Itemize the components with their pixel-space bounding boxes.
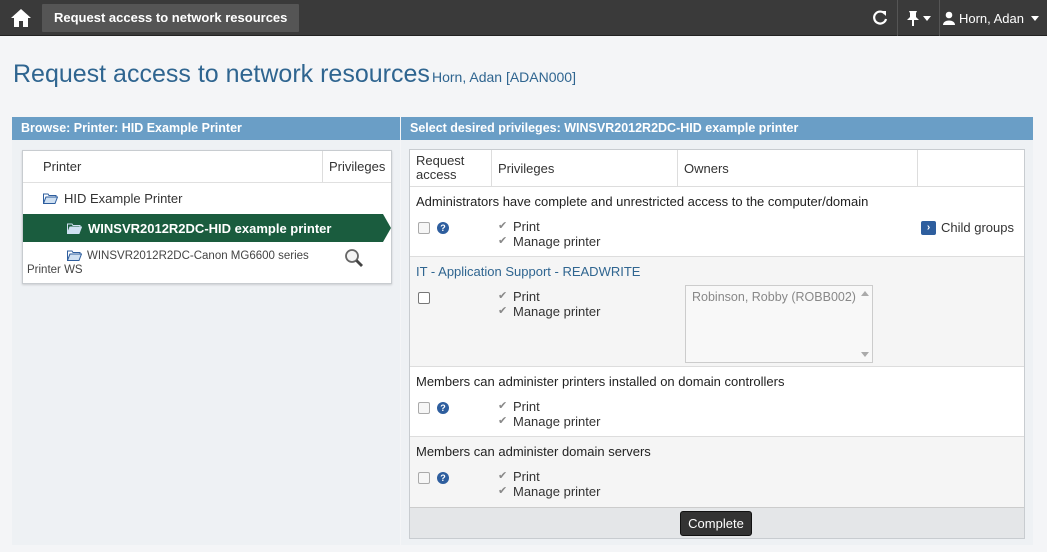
group-title: Members can administer printers installe…: [416, 374, 785, 389]
chevron-right-icon: ›: [921, 220, 936, 235]
tree-item-other[interactable]: WINSVR2012R2DC-Canon MG6600 series Print…: [27, 249, 317, 277]
chevron-down-icon: [1031, 15, 1039, 21]
check-icon: ✔: [498, 400, 508, 412]
privilege-label: Print: [513, 399, 540, 414]
privilege-label: Print: [513, 289, 540, 304]
col-request-access: Request access: [410, 150, 492, 186]
folder-open-icon: [67, 223, 82, 234]
group-row: Administrators have complete and unrestr…: [410, 187, 1024, 257]
tree-header: Printer Privileges: [23, 151, 391, 183]
col-privileges: Privileges: [322, 151, 391, 182]
privileges-panel-header: Select desired privileges: WINSVR2012R2D…: [401, 117, 1033, 140]
tree-item-selected[interactable]: WINSVR2012R2DC-HID example printer: [23, 214, 391, 242]
privileges-panel: Select desired privileges: WINSVR2012R2D…: [401, 117, 1033, 545]
privilege-label: Print: [513, 469, 540, 484]
privilege-label: Print: [513, 219, 540, 234]
page-title: Request access to network resources: [13, 60, 430, 88]
group-row: Members can administer domain servers ? …: [410, 437, 1024, 507]
scroll-up-icon[interactable]: [861, 291, 869, 296]
privilege-list: ✔ Print ✔ Manage printer: [498, 219, 600, 249]
child-groups-label: Child groups: [941, 220, 1014, 235]
col-privileges: Privileges: [492, 150, 678, 186]
toolbar-divider: [939, 0, 940, 36]
pin-icon[interactable]: [906, 8, 931, 28]
nav-tab-request-access[interactable]: Request access to network resources: [42, 4, 300, 32]
home-icon[interactable]: [8, 6, 34, 30]
privilege-list: ✔ Print ✔ Manage printer: [498, 289, 600, 319]
check-icon: ✔: [498, 485, 508, 497]
col-extra: [918, 150, 1024, 186]
privilege-label: Manage printer: [513, 414, 601, 429]
privilege-list: ✔ Print ✔ Manage printer: [498, 469, 600, 499]
tree-item-label: HID Example Printer: [64, 191, 183, 206]
check-icon: ✔: [498, 470, 508, 482]
privilege-list: ✔ Print ✔ Manage printer: [498, 399, 600, 429]
table-footer: Complete: [410, 507, 1024, 538]
privilege-label: Manage printer: [513, 484, 601, 499]
folder-open-icon: [67, 250, 82, 261]
browse-panel: Browse: Printer: HID Example Printer Pri…: [12, 117, 400, 545]
group-row: Members can administer printers installe…: [410, 367, 1024, 437]
group-title-link[interactable]: IT - Application Support - READWRITE: [416, 264, 640, 279]
tree-item-label: WINSVR2012R2DC-HID example printer: [88, 220, 332, 236]
tree-item-root[interactable]: HID Example Printer: [43, 191, 182, 206]
printer-tree: Printer Privileges HID Example Printer W…: [22, 150, 392, 284]
request-checkbox: [418, 472, 430, 484]
owners-list[interactable]: Robinson, Robby (ROBB002): [685, 285, 873, 363]
complete-button[interactable]: Complete: [680, 511, 752, 536]
user-icon: [942, 11, 955, 25]
toolbar-divider: [897, 0, 898, 36]
top-bar: Request access to network resources Horn…: [0, 0, 1047, 36]
owner-item: Robinson, Robby (ROBB002): [692, 290, 856, 304]
user-menu[interactable]: Horn, Adan: [942, 8, 1039, 28]
request-checkbox[interactable]: [418, 292, 430, 304]
refresh-icon[interactable]: [872, 8, 888, 28]
child-groups-link[interactable]: › Child groups: [921, 220, 1014, 235]
group-row: IT - Application Support - READWRITE ✔ Pr…: [410, 257, 1024, 367]
user-name: Horn, Adan: [958, 10, 1024, 26]
help-icon[interactable]: ?: [437, 472, 449, 484]
group-title: Administrators have complete and unrestr…: [416, 194, 869, 209]
check-icon: ✔: [498, 305, 508, 317]
folder-open-icon: [43, 193, 58, 204]
owners-scrollbar[interactable]: [858, 286, 872, 362]
help-icon[interactable]: ?: [437, 402, 449, 414]
privileges-table-header: Request access Privileges Owners: [410, 150, 1024, 187]
request-checkbox: [418, 222, 430, 234]
scroll-down-icon[interactable]: [861, 352, 869, 357]
check-icon: ✔: [498, 290, 508, 302]
col-printer: Printer: [43, 159, 82, 174]
privilege-label: Manage printer: [513, 234, 601, 249]
browse-panel-header: Browse: Printer: HID Example Printer: [12, 117, 400, 140]
check-icon: ✔: [498, 220, 508, 232]
help-icon[interactable]: ?: [437, 222, 449, 234]
check-icon: ✔: [498, 415, 508, 427]
request-checkbox: [418, 402, 430, 414]
col-owners: Owners: [678, 150, 918, 186]
search-icon[interactable]: [344, 248, 364, 271]
chevron-down-icon: [923, 15, 931, 21]
privileges-table: Request access Privileges Owners Adminis…: [409, 149, 1025, 539]
privilege-label: Manage printer: [513, 304, 601, 319]
group-title: Members can administer domain servers: [416, 444, 651, 459]
check-icon: ✔: [498, 235, 508, 247]
page-subtitle: Horn, Adan [ADAN000]: [432, 69, 576, 85]
